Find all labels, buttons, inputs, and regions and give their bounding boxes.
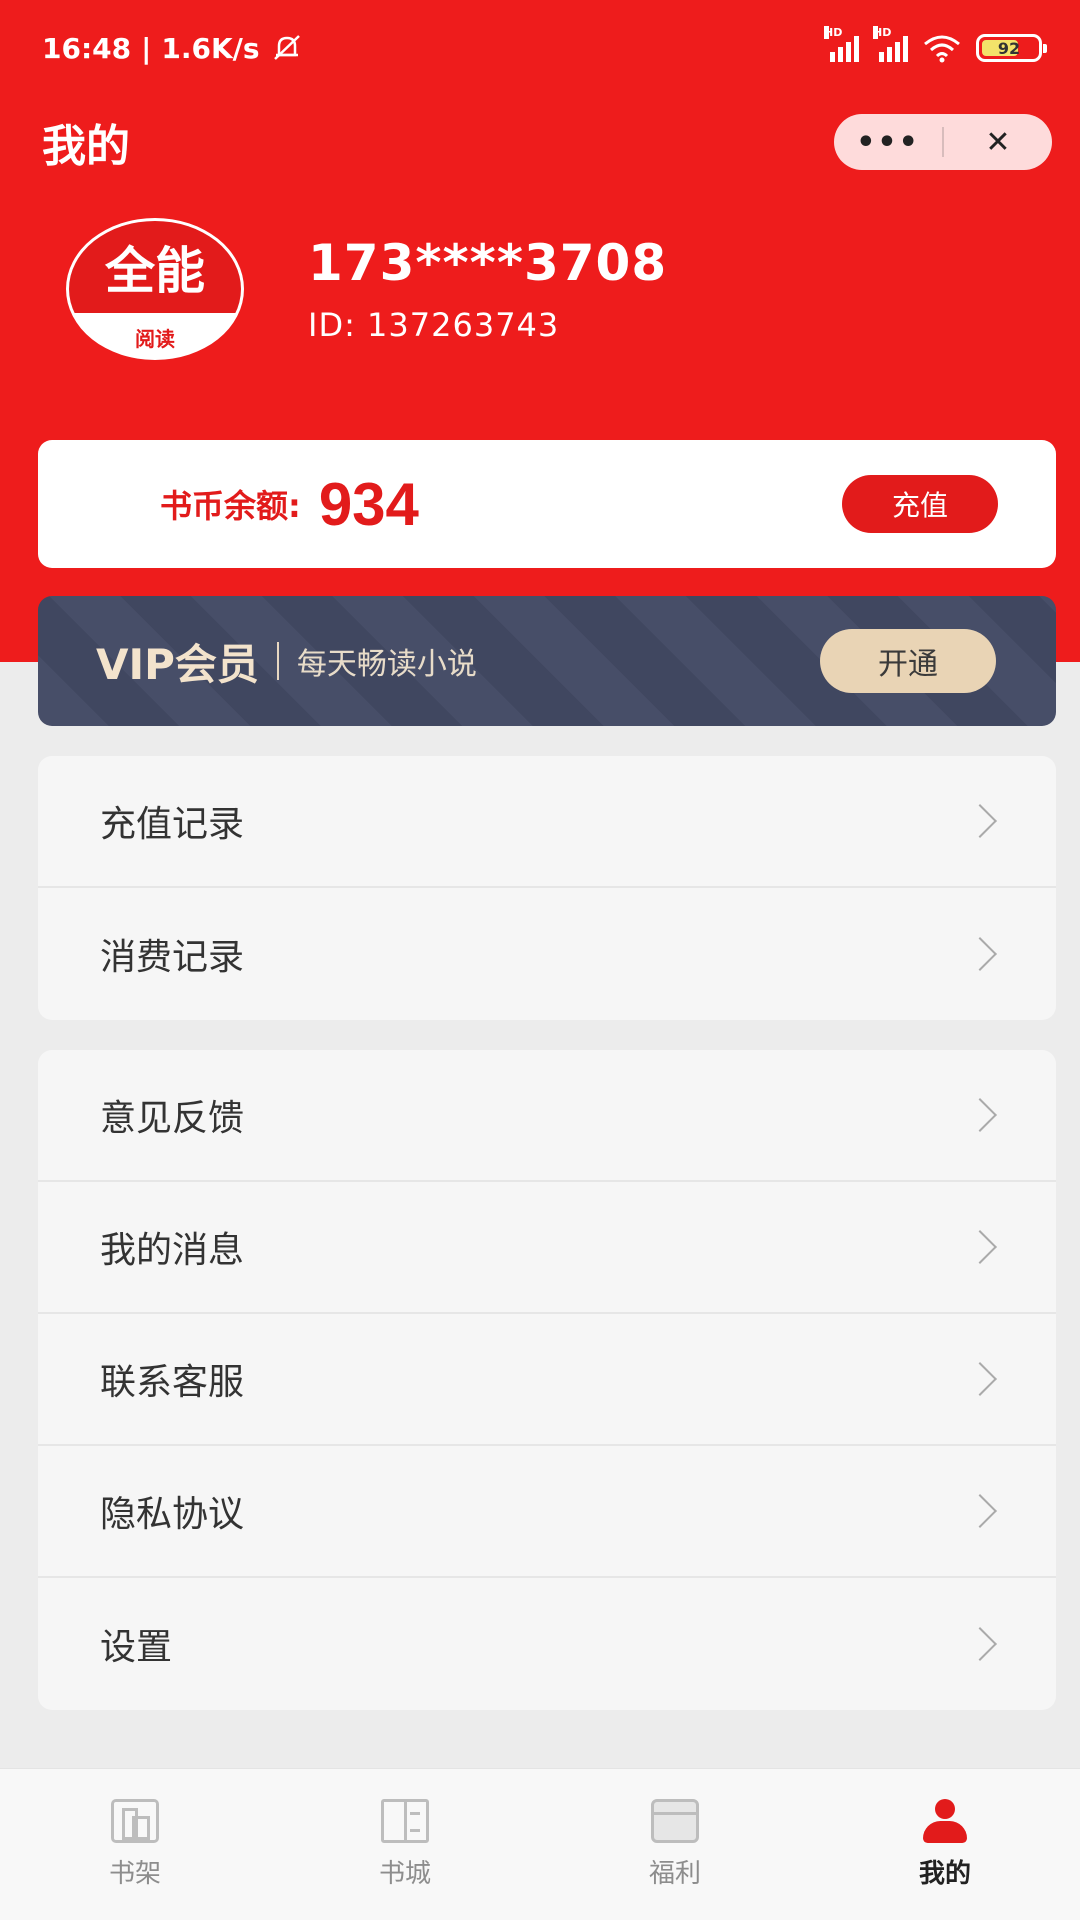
book-icon <box>381 1799 429 1843</box>
menu-group-records: 充值记录 消费记录 <box>38 756 1056 1020</box>
gift-icon <box>651 1799 699 1843</box>
recharge-button[interactable]: 充值 <box>842 475 998 533</box>
hd-label: HD <box>824 26 843 39</box>
menu-item-feedback[interactable]: 意见反馈 <box>38 1050 1056 1182</box>
chevron-right-icon <box>963 1362 997 1396</box>
chevron-right-icon <box>963 1627 997 1661</box>
vip-open-button[interactable]: 开通 <box>820 629 996 693</box>
menu-item-label: 我的消息 <box>100 1230 245 1271</box>
vip-separator <box>276 642 279 680</box>
menu-item-messages[interactable]: 我的消息 <box>38 1182 1056 1314</box>
page-header: 我的 ••• ✕ <box>42 108 1052 176</box>
menu-item-label: 设置 <box>100 1627 173 1668</box>
status-bar: 16:48 | 1.6K/s HD HD 92 <box>0 0 1080 96</box>
menu-item-recharge-records[interactable]: 充值记录 <box>38 756 1056 888</box>
vip-title: VIP会员 <box>96 639 259 689</box>
chevron-right-icon <box>963 1098 997 1132</box>
chevron-right-icon <box>963 1494 997 1528</box>
bottom-tab-bar: 书架 书城 福利 我的 <box>0 1768 1080 1920</box>
battery-level: 92 <box>997 38 1021 58</box>
status-left: 16:48 | 1.6K/s <box>42 32 304 65</box>
tab-label: 书架 <box>108 1859 161 1889</box>
tab-label: 福利 <box>648 1859 701 1889</box>
more-button[interactable]: ••• <box>834 114 942 170</box>
bookshelf-icon <box>111 1799 159 1843</box>
tab-bookstore[interactable]: 书城 <box>270 1769 540 1920</box>
chevron-right-icon <box>963 937 997 971</box>
menu-item-label: 消费记录 <box>100 937 245 978</box>
tab-mine[interactable]: 我的 <box>810 1769 1080 1920</box>
menu-group-more: 意见反馈 我的消息 联系客服 隐私协议 设置 <box>38 1050 1056 1710</box>
vip-text: VIP会员 每天畅读小说 <box>96 631 477 692</box>
more-icon: ••• <box>856 124 920 160</box>
person-icon <box>921 1799 969 1843</box>
tab-bookshelf[interactable]: 书架 <box>0 1769 270 1920</box>
battery-icon: 92 <box>976 34 1047 62</box>
menu-item-label: 隐私协议 <box>100 1494 245 1535</box>
signal-icon-1: HD <box>824 26 859 62</box>
close-icon: ✕ <box>985 124 1011 160</box>
chevron-right-icon <box>963 1230 997 1264</box>
page-title: 我的 <box>42 121 130 172</box>
user-phone: 173****3708 <box>308 234 668 292</box>
bell-off-icon <box>273 35 300 60</box>
coin-value: 934 <box>318 470 419 538</box>
status-separator: | <box>141 31 152 65</box>
hd-label: HD <box>873 26 892 39</box>
coin-balance: 书币余额: 934 <box>160 470 419 539</box>
chevron-right-icon <box>963 804 997 838</box>
tab-label: 书城 <box>378 1859 431 1889</box>
menu-item-settings[interactable]: 设置 <box>38 1578 1056 1710</box>
avatar[interactable]: 全能 阅读 <box>66 218 244 360</box>
wifi-icon <box>924 35 960 63</box>
vip-banner[interactable]: VIP会员 每天畅读小说 开通 <box>38 596 1056 726</box>
coin-balance-card: 书币余额: 934 充值 <box>38 440 1056 568</box>
menu-item-label: 充值记录 <box>100 804 245 845</box>
menu-item-customer-service[interactable]: 联系客服 <box>38 1314 1056 1446</box>
user-id: ID: 137263743 <box>308 306 560 344</box>
avatar-logo-text: 全能 <box>69 221 241 313</box>
menu-item-privacy-policy[interactable]: 隐私协议 <box>38 1446 1056 1578</box>
menu-item-label: 意见反馈 <box>100 1098 245 1139</box>
network-speed: 1.6K/s <box>161 31 260 65</box>
signal-icon-2: HD <box>873 26 908 62</box>
user-profile[interactable]: 全能 阅读 173****3708 ID: 137263743 <box>66 218 667 360</box>
tab-welfare[interactable]: 福利 <box>540 1769 810 1920</box>
menu-item-consumption-records[interactable]: 消费记录 <box>38 888 1056 1020</box>
mini-program-capsule: ••• ✕ <box>834 114 1052 170</box>
menu-item-label: 联系客服 <box>100 1362 245 1403</box>
user-info: 173****3708 ID: 137263743 <box>308 234 667 344</box>
status-right: HD HD 92 <box>824 26 1047 63</box>
status-time: 16:48 <box>42 31 132 65</box>
close-button[interactable]: ✕ <box>944 114 1052 170</box>
vip-subtitle: 每天畅读小说 <box>296 647 477 682</box>
coin-label: 书币余额: <box>160 487 301 525</box>
avatar-logo-sub: 阅读 <box>135 327 175 351</box>
tab-label: 我的 <box>918 1859 971 1889</box>
